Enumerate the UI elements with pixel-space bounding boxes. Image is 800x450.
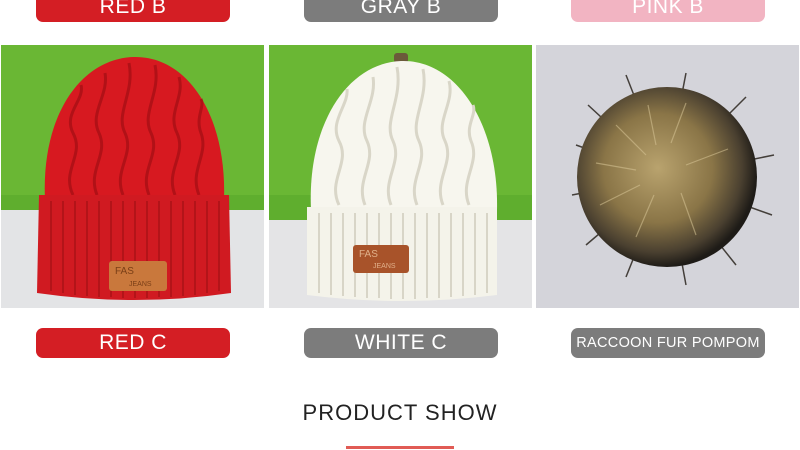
label-gray-b-text: GRAY B: [360, 0, 442, 18]
label-red-c-text: RED C: [99, 331, 167, 354]
raccoon-fur-pompom-image: [536, 45, 799, 308]
label-pink-b: PINK B: [571, 0, 765, 22]
white-knit-beanie-image: FAS JEANS: [269, 45, 532, 308]
label-raccoon-fur-pompom-text: RACCOON FUR POMPOM: [576, 335, 760, 351]
red-knit-beanie-image: FAS JEANS: [1, 45, 264, 308]
label-raccoon-fur-pompom: RACCOON FUR POMPOM: [571, 328, 765, 358]
white-beanie-patch-sub: JEANS: [373, 263, 396, 270]
label-gray-b: GRAY B: [304, 0, 498, 22]
section-title: PRODUCT SHOW: [302, 400, 498, 425]
white-beanie-patch-brand: FAS: [359, 249, 378, 260]
section-title-underline: [346, 446, 454, 449]
label-red-b: RED B: [36, 0, 230, 22]
label-red-b-text: RED B: [99, 0, 167, 18]
label-red-c: RED C: [36, 328, 230, 358]
red-beanie-patch-brand: FAS: [115, 266, 134, 277]
label-white-c-text: WHITE C: [354, 331, 448, 354]
red-beanie-patch-sub: JEANS: [129, 281, 152, 288]
label-pink-b-text: PINK B: [632, 0, 704, 18]
label-white-c: WHITE C: [304, 328, 498, 358]
